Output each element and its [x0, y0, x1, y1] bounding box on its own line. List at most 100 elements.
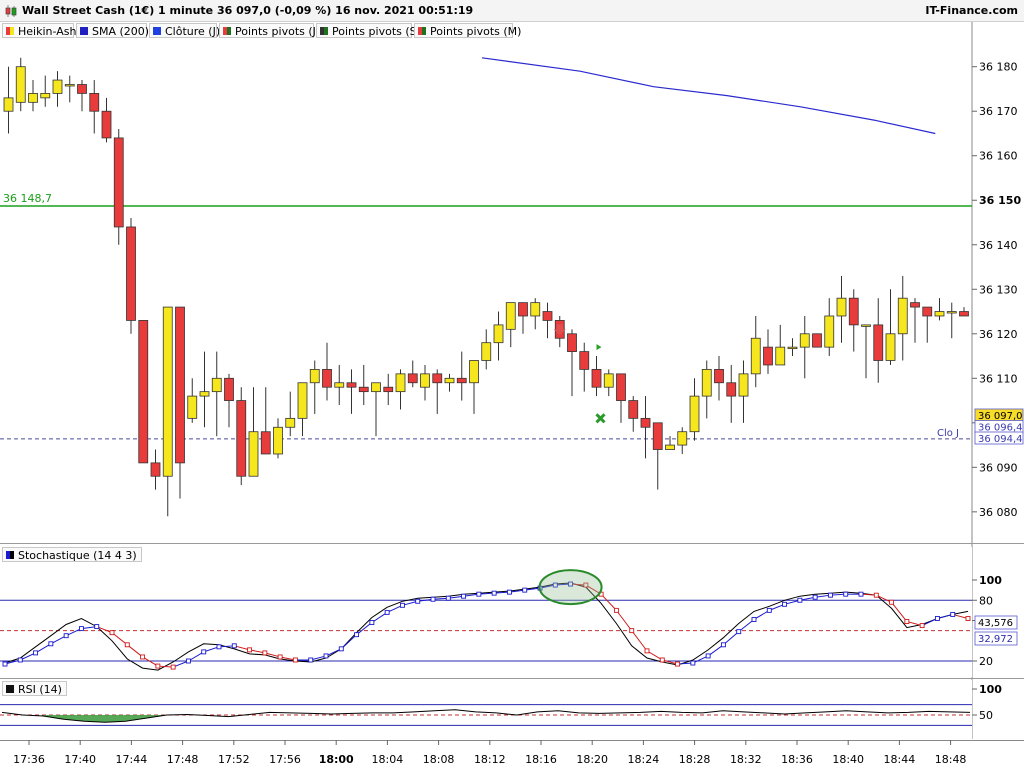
- legend-pivots-m[interactable]: Points pivots (M): [414, 23, 521, 38]
- stochastic-d-segment: [356, 622, 373, 636]
- copyright-label: © IT-Finance.com: [2, 532, 90, 543]
- candle: [395, 369, 406, 410]
- candle-body: [52, 79, 63, 94]
- price-tag-box: [974, 431, 1024, 445]
- candle: [542, 302, 553, 339]
- candle: [150, 449, 161, 490]
- y-tick-label: 60: [979, 615, 993, 628]
- candle-body: [224, 377, 234, 401]
- candle: [836, 275, 847, 343]
- candle-body: [554, 320, 565, 339]
- stochastic-d-point: [277, 654, 283, 660]
- stochastic-d-point: [308, 657, 314, 663]
- stochastic-d-segment: [448, 595, 464, 599]
- stochastic-d-point: [63, 633, 69, 639]
- stochastic-d-point: [766, 607, 772, 613]
- legend-heikin-ashi[interactable]: Heikin-Ashi: [2, 23, 80, 38]
- legend-pivots-s[interactable]: Points pivots (S): [316, 23, 421, 38]
- candle-body: [567, 333, 577, 352]
- candle: [469, 360, 479, 414]
- candle-body: [640, 417, 651, 428]
- candle-body: [616, 373, 626, 401]
- candle: [812, 333, 822, 348]
- value-tag-label: 43,576: [978, 618, 1013, 629]
- stochastic-d-point: [445, 595, 451, 601]
- legend-label: Points pivots (J): [235, 25, 321, 38]
- candle: [763, 329, 773, 374]
- price-tag-label: 36 094,4: [978, 434, 1023, 445]
- legend-sma[interactable]: SMA (200): [76, 23, 149, 38]
- candle: [77, 80, 87, 112]
- candle: [444, 373, 455, 392]
- stochastic-d-point: [598, 591, 604, 597]
- y-tick-label: 36 080: [979, 506, 1018, 519]
- stochastic-d-point: [247, 647, 253, 653]
- stochastic-d-segment: [325, 648, 342, 657]
- y-tick-label: 36 140: [979, 239, 1018, 252]
- stochastic-d-segment: [20, 652, 36, 661]
- candle-body: [885, 333, 896, 361]
- legend-cloture[interactable]: Clôture (J): [149, 23, 220, 38]
- x-tick-label: 18:12: [474, 753, 506, 766]
- stochastic-d-point: [629, 628, 635, 634]
- cross-signal-icon: [595, 413, 606, 424]
- title-bar: Wall Street Cash (1€) 1 minute 36 097,0 …: [0, 0, 1024, 22]
- stochastic-label[interactable]: Stochastique (14 4 3): [2, 547, 142, 562]
- x-tick-label: 18:48: [935, 753, 967, 766]
- stochastic-d-point: [33, 650, 39, 656]
- candle-body: [812, 333, 822, 348]
- candle-body: [248, 431, 259, 477]
- candle-body: [714, 368, 724, 384]
- y-tick-label: 36 090: [979, 461, 1018, 474]
- stochastic-d-point: [323, 653, 329, 659]
- candle-body: [873, 324, 884, 361]
- stochastic-d-segment: [218, 645, 235, 648]
- candle-body: [861, 324, 871, 327]
- candle: [432, 369, 443, 414]
- stochastic-d-segment: [50, 635, 67, 645]
- candle-body: [444, 377, 455, 384]
- stochastic-d-point: [644, 648, 650, 654]
- candle-body: [591, 368, 602, 388]
- candle: [273, 418, 283, 459]
- stochastic-d-point: [568, 581, 574, 587]
- stochastic-d-segment: [799, 596, 816, 601]
- candle: [175, 306, 185, 499]
- y-tick-label: 36 110: [979, 372, 1018, 385]
- x-tick-label: 17:56: [269, 753, 301, 766]
- candle: [554, 315, 565, 348]
- stochastic-d-segment: [35, 643, 52, 654]
- stochastic-d-segment: [417, 598, 434, 602]
- stochastic-d-segment: [371, 611, 388, 623]
- candle: [493, 311, 504, 361]
- candle: [248, 387, 259, 477]
- candle: [799, 315, 810, 379]
- price-panel: 36 180 36 170 36 160 36 150 36 140 36 130 36 1…: [0, 22, 1024, 739]
- stochastic-d-segment: [769, 603, 785, 611]
- candle-body: [407, 373, 418, 384]
- x-tick-label: 17:36: [13, 753, 45, 766]
- stochastic-d-point: [552, 582, 558, 588]
- stochastic-d-segment: [280, 656, 296, 661]
- y-tick-label: 36 180: [979, 61, 1018, 74]
- x-tick-label: 18:20: [576, 753, 608, 766]
- stochastic-d-point: [2, 661, 8, 667]
- candle-body: [175, 306, 185, 464]
- chart-canvas: 36 180 36 170 36 160 36 150 36 140 36 130 36 1…: [0, 22, 1024, 768]
- x-tick-label: 18:24: [628, 753, 660, 766]
- stochastic-d-point: [109, 630, 115, 636]
- price-tag-box: [974, 420, 1024, 433]
- candle-body: [138, 320, 149, 464]
- candle: [322, 342, 332, 401]
- stochastic-d-segment: [707, 644, 724, 657]
- stochastic-panel: 100 80 60 20 43,576 32,972: [0, 547, 1024, 679]
- candle: [260, 387, 271, 455]
- candle-body: [309, 368, 320, 384]
- legend-pivots-j[interactable]: Points pivots (J): [219, 23, 320, 38]
- price-tag-label: 36 096,4: [978, 423, 1023, 434]
- candle-body: [150, 462, 161, 477]
- rsi-label[interactable]: RSI (14): [2, 681, 67, 696]
- stochastic-d-point: [889, 599, 895, 605]
- candle-body: [750, 337, 761, 375]
- stochastic-d-segment: [723, 631, 740, 646]
